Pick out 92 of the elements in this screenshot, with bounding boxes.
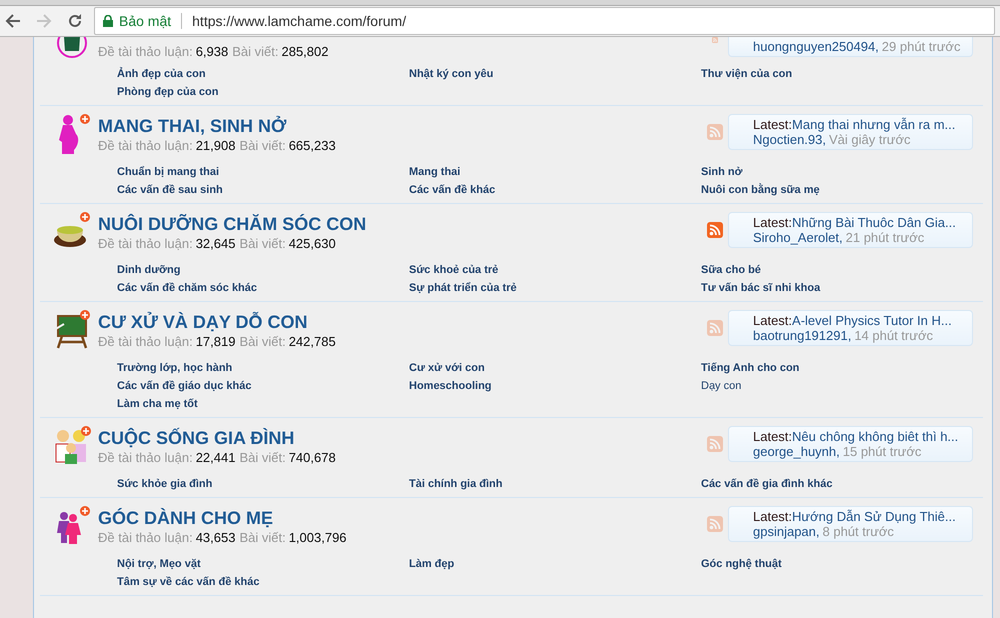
- forum-title[interactable]: MANG THAI, SINH NỞ: [98, 116, 707, 137]
- address-bar[interactable]: Bảo mật https://www.lamchame.com/forum/: [94, 7, 995, 35]
- subforum-link[interactable]: Cư xử với con: [409, 361, 701, 375]
- subforum-link[interactable]: Nội trợ, Mẹo vặt: [117, 557, 409, 571]
- security-label: Bảo mật: [119, 13, 172, 29]
- url-text: https://www.lamchame.com/forum/: [192, 13, 406, 29]
- latest-time: 8 phút trước: [822, 524, 894, 539]
- latest-time: 14 phút trước: [854, 328, 933, 343]
- stat-value: 21,908: [196, 138, 236, 153]
- stat-label: Đề tài thảo luận:: [98, 530, 193, 545]
- rss-icon[interactable]: [707, 436, 723, 452]
- stat-value: 1,003,796: [288, 530, 347, 545]
- subforum-link[interactable]: Các vấn đề chăm sóc khác: [117, 281, 409, 295]
- latest-time: 21 phút trước: [846, 230, 924, 245]
- stat-label: Bài viết:: [239, 138, 286, 153]
- stat-value: 32,645: [196, 236, 236, 251]
- rss-icon[interactable]: [707, 320, 723, 336]
- subforum-link[interactable]: Sữa cho bé: [701, 263, 951, 277]
- stat-label: Đề tài thảo luận:: [98, 334, 193, 349]
- subforum-link[interactable]: Chuẩn bị mang thai: [117, 165, 409, 179]
- subforum-link[interactable]: Tiếng Anh cho con: [701, 361, 951, 375]
- subforum-link[interactable]: Nhật ký con yêu: [409, 67, 701, 81]
- latest-time: Vài giây trước: [829, 132, 911, 147]
- latest-post-link[interactable]: Mang thai nhưng vẫn ra m...: [792, 117, 956, 132]
- latest-label: Latest:: [753, 215, 792, 230]
- stat-label: Đề tài thảo luận:: [98, 450, 193, 465]
- latest-user-link[interactable]: gpsinjapan,: [753, 524, 820, 539]
- reload-icon[interactable]: [67, 13, 83, 29]
- rss-icon[interactable]: [707, 222, 723, 238]
- latest-user-link[interactable]: huongnguyen250494,: [753, 39, 879, 54]
- latest-label: Latest:: [753, 313, 792, 328]
- subforum-link[interactable]: Tài chính gia đình: [409, 477, 701, 491]
- subforum-link[interactable]: Thư viện của con: [701, 67, 951, 81]
- subforum-link[interactable]: Các vấn đề sau sinh: [117, 183, 409, 197]
- subforum-link[interactable]: Trường lớp, học hành: [117, 361, 409, 375]
- subforum-link[interactable]: Các vấn đề khác: [409, 183, 701, 197]
- latest-user-link[interactable]: george_huynh,: [753, 444, 840, 459]
- stat-value: 43,653: [196, 530, 236, 545]
- back-icon[interactable]: [5, 13, 21, 29]
- stat-label: Đề tài thảo luận:: [98, 44, 193, 59]
- latest-label: Latest:: [753, 117, 792, 132]
- subforum-link[interactable]: Tư vấn bác sĩ nhi khoa: [701, 281, 951, 295]
- latest-post-link[interactable]: Hướng Dẫn Sử Dụng Thiê...: [792, 509, 956, 524]
- lock-icon: [103, 15, 113, 27]
- subforum-link[interactable]: Các vấn đề giáo dục khác: [117, 379, 409, 393]
- stat-label: Bài viết:: [239, 450, 286, 465]
- stat-value: 242,785: [288, 334, 336, 349]
- subforum-link[interactable]: Dạy con: [701, 379, 951, 393]
- stat-label: Bài viết:: [239, 334, 286, 349]
- subforum-link[interactable]: Nuôi con bằng sữa mẹ: [701, 183, 951, 197]
- subforum-link[interactable]: Sức khỏe gia đình: [117, 477, 409, 491]
- forum-title[interactable]: CUỘC SỐNG GIA ĐÌNH: [98, 428, 707, 449]
- stat-label: Đề tài thảo luận:: [98, 138, 193, 153]
- stat-value: 17,819: [196, 334, 236, 349]
- subforum-link[interactable]: Homeschooling: [409, 379, 701, 393]
- subforum-link[interactable]: Làm cha mẹ tốt: [117, 397, 409, 411]
- subforum-link[interactable]: Phòng đẹp của con: [117, 85, 409, 99]
- subforum-link[interactable]: Sức khoẻ của trẻ: [409, 263, 701, 277]
- latest-label: Latest:: [753, 509, 792, 524]
- stat-value: 22,441: [196, 450, 236, 465]
- latest-time: 29 phút trước: [882, 39, 960, 54]
- subforum-link[interactable]: Ảnh đẹp của con: [117, 67, 409, 81]
- stat-label: Bài viết:: [232, 44, 278, 59]
- latest-time: 15 phút trước: [842, 444, 922, 459]
- subforum-link[interactable]: Tâm sự về các vấn đề khác: [117, 575, 409, 589]
- stat-value: 740,678: [288, 450, 336, 465]
- latest-user-link[interactable]: baotrung191291,: [753, 328, 852, 343]
- latest-user-link[interactable]: Ngoctien.93,: [753, 132, 826, 147]
- subforum-link[interactable]: Mang thai: [409, 165, 701, 179]
- stat-value: 285,802: [281, 44, 328, 59]
- stat-value: 6,938: [196, 44, 228, 59]
- subforum-link[interactable]: Làm đẹp: [409, 557, 701, 571]
- forum-title[interactable]: NUÔI DƯỠNG CHĂM SÓC CON: [98, 214, 707, 235]
- rss-icon[interactable]: [707, 516, 723, 532]
- latest-post-link[interactable]: A-level Physics Tutor In H...: [792, 313, 952, 328]
- forum-title[interactable]: CƯ XỬ VÀ DẠY DỖ CON: [98, 312, 707, 333]
- subforum-link[interactable]: Sự phát triển của trẻ: [409, 281, 701, 295]
- subforum-link[interactable]: Các vấn đề gia đình khác: [701, 477, 951, 491]
- stat-label: Đề tài thảo luận:: [98, 236, 193, 251]
- latest-post-link[interactable]: Những Bài Thuôc Dân Gia...: [792, 215, 956, 230]
- forum-title[interactable]: GÓC DÀNH CHO MẸ: [98, 508, 707, 529]
- stat-value: 425,630: [288, 236, 336, 251]
- stat-value: 665,233: [288, 138, 336, 153]
- latest-post-link[interactable]: Nêu chông không biêt thì h...: [792, 429, 958, 444]
- subforum-link[interactable]: Sinh nở: [701, 165, 951, 179]
- rss-icon[interactable]: [707, 124, 723, 140]
- subforum-link[interactable]: Dinh dưỡng: [117, 263, 409, 277]
- latest-label: Latest:: [753, 429, 792, 444]
- subforum-link[interactable]: Góc nghệ thuật: [701, 557, 951, 571]
- latest-user-link[interactable]: Siroho_Aerolet,: [753, 230, 843, 245]
- stat-label: Bài viết:: [239, 236, 286, 251]
- stat-label: Bài viết:: [239, 530, 286, 545]
